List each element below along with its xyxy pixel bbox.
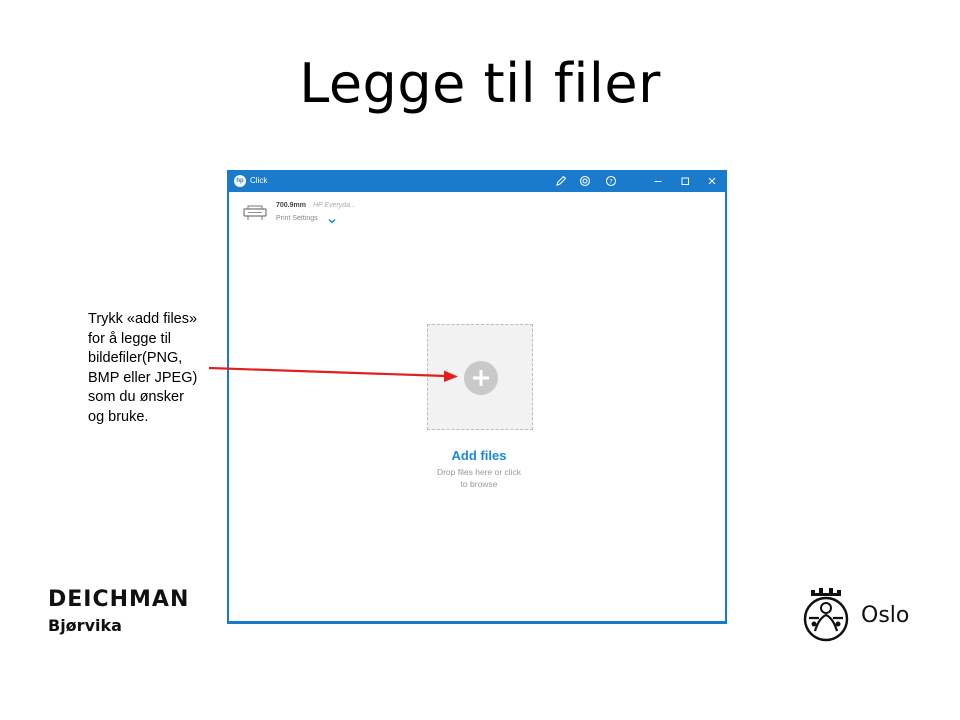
oslo-wordmark: Oslo — [861, 603, 910, 628]
chevron-down-icon[interactable] — [327, 213, 337, 231]
slide-title: Legge til filer — [299, 52, 661, 115]
file-dropzone[interactable] — [427, 324, 533, 430]
printer-selector[interactable]: 700.9mm HP Everyda... Print Settings — [241, 200, 541, 226]
hp-logo: hp — [234, 175, 246, 187]
deichman-wordmark: DEICHMAN — [48, 587, 190, 612]
callout-line: for å legge til — [88, 330, 172, 347]
printer-name: 700.9mm — [276, 202, 306, 209]
deichman-logo: DEICHMAN Bjørvika — [48, 587, 189, 635]
window-title: Click — [250, 176, 268, 185]
callout-line: BMP eller JPEG) — [88, 369, 198, 386]
app-window: hp Click ? 700.9mm HP Everyda... Print S… — [227, 170, 727, 624]
callout-line: og bruke. — [88, 408, 149, 425]
oslo-seal-icon — [801, 584, 851, 647]
printer-model: HP Everyda... — [313, 202, 356, 209]
close-icon[interactable] — [705, 174, 719, 188]
print-settings-link[interactable]: Print Settings — [276, 215, 318, 222]
callout-line: Trykk «add files» — [88, 311, 198, 327]
instruction-callout: Trykk «add files» for å legge til bildef… — [88, 310, 238, 427]
callout-line: bildefiler(PNG, — [88, 350, 183, 366]
target-icon[interactable] — [578, 174, 592, 188]
pen-icon[interactable] — [554, 174, 568, 188]
window-titlebar[interactable]: hp Click ? — [227, 170, 727, 192]
maximize-icon[interactable] — [678, 174, 692, 188]
help-icon[interactable]: ? — [604, 174, 618, 188]
minimize-icon[interactable] — [651, 174, 665, 188]
plus-icon[interactable] — [464, 361, 498, 395]
deichman-branch: Bjørvika — [48, 616, 122, 635]
svg-text:?: ? — [609, 177, 612, 185]
add-files-button[interactable]: Add files — [379, 448, 579, 463]
drop-hint-line: Drop files here or click — [436, 467, 522, 477]
printer-icon — [243, 205, 267, 226]
callout-line: som du ønsker — [88, 389, 184, 405]
drop-hint: Drop files here or click to browse — [379, 466, 579, 490]
drop-hint-line: to browse — [460, 479, 498, 489]
